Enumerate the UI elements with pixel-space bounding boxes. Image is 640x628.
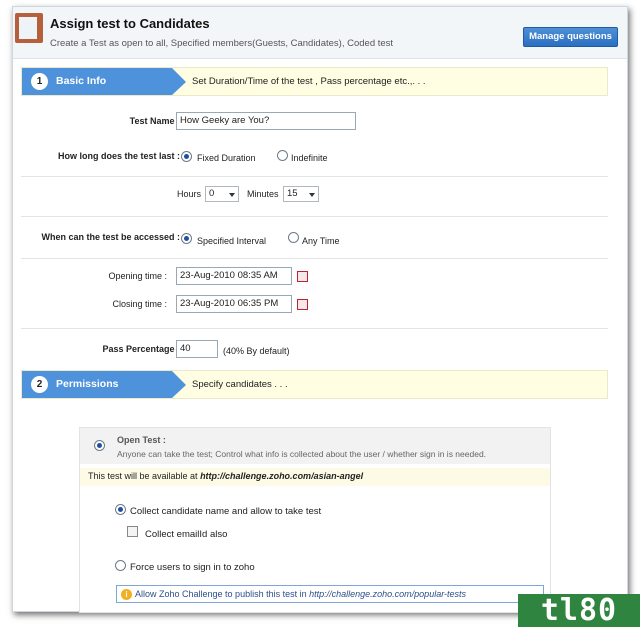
collect-name-label: Collect candidate name and allow to take…	[130, 506, 322, 517]
manage-questions-button[interactable]: Manage questions	[523, 27, 618, 47]
test-clipboard-icon	[15, 13, 43, 43]
step-basic-info: 1 Basic Info Set Duration/Time of the tes…	[21, 67, 608, 96]
open-test-section: Open Test : Anyone can take the test; Co…	[79, 427, 551, 613]
info-icon: i	[121, 589, 132, 600]
publish-url[interactable]: http://challenge.zoho.com/popular-tests	[309, 589, 466, 599]
chevron-down-icon	[309, 193, 315, 197]
pass-percentage-label: Pass Percentage :	[102, 344, 180, 354]
indefinite-radio[interactable]	[277, 150, 288, 161]
header: Assign test to Candidates Create a Test …	[13, 7, 627, 59]
divider	[21, 328, 608, 329]
watermark-logo: tl80	[518, 594, 640, 627]
divider	[21, 258, 608, 259]
duration-label: How long does the test last :	[57, 151, 180, 161]
step-number: 2	[31, 376, 48, 393]
force-signin-label: Force users to sign in to zoho	[130, 562, 255, 573]
divider	[21, 176, 608, 177]
publish-text: Allow Zoho Challenge to publish this tes…	[135, 589, 310, 599]
step-name: Basic Info	[56, 75, 107, 87]
opening-time-input[interactable]: 23-Aug-2010 08:35 AM	[176, 267, 292, 285]
any-time-radio[interactable]	[288, 232, 299, 243]
step-description: Specify candidates . . .	[192, 379, 288, 390]
step-description: Set Duration/Time of the test , Pass per…	[192, 76, 426, 87]
page-title: Assign test to Candidates	[50, 16, 210, 31]
publish-option[interactable]: i Allow Zoho Challenge to publish this te…	[116, 585, 544, 603]
pass-percentage-hint: (40% By default)	[223, 346, 290, 356]
access-label: When can the test be accessed :	[41, 232, 180, 242]
opening-time-label: Opening time :	[108, 271, 167, 281]
specified-interval-label: Specified Interval	[197, 236, 267, 246]
open-test-radio[interactable]	[94, 440, 105, 451]
minutes-value: 15	[287, 188, 298, 199]
divider	[21, 216, 608, 217]
hours-select[interactable]: 0	[205, 186, 239, 202]
pass-percentage-input[interactable]: 40	[176, 340, 218, 358]
test-name-input[interactable]: How Geeky are You?	[176, 112, 356, 130]
minutes-label: Minutes	[247, 189, 279, 199]
availability-note: This test will be available at http://ch…	[80, 468, 550, 486]
closing-time-label: Closing time :	[112, 299, 167, 309]
availability-url[interactable]: http://challenge.zoho.com/asian-angel	[200, 471, 363, 481]
window: Assign test to Candidates Create a Test …	[12, 6, 628, 613]
force-signin-radio[interactable]	[115, 560, 126, 571]
availability-prefix: This test will be available at	[88, 471, 201, 481]
hours-value: 0	[209, 188, 215, 199]
calendar-icon[interactable]	[297, 299, 308, 310]
step-name: Permissions	[56, 378, 119, 390]
indefinite-label: Indefinite	[291, 153, 328, 163]
page-subtitle: Create a Test as open to all, Specified …	[50, 38, 394, 49]
chevron-down-icon	[229, 193, 235, 197]
step-number: 1	[31, 73, 48, 90]
collect-email-checkbox[interactable]	[127, 526, 138, 537]
step-permissions: 2 Permissions Specify candidates . . .	[21, 370, 608, 399]
collect-name-radio[interactable]	[115, 504, 126, 515]
test-name-label: Test Name :	[129, 116, 180, 126]
minutes-select[interactable]: 15	[283, 186, 319, 202]
collect-email-label: Collect emailId also	[145, 529, 228, 540]
hours-label: Hours	[177, 189, 202, 199]
any-time-label: Any Time	[302, 236, 340, 246]
closing-time-input[interactable]: 23-Aug-2010 06:35 PM	[176, 295, 292, 313]
calendar-icon[interactable]	[297, 271, 308, 282]
fixed-duration-radio[interactable]	[181, 151, 192, 162]
fixed-duration-label: Fixed Duration	[197, 153, 256, 163]
specified-interval-radio[interactable]	[181, 233, 192, 244]
open-test-title: Open Test :	[117, 435, 166, 445]
open-test-description: Anyone can take the test; Control what i…	[117, 449, 487, 459]
